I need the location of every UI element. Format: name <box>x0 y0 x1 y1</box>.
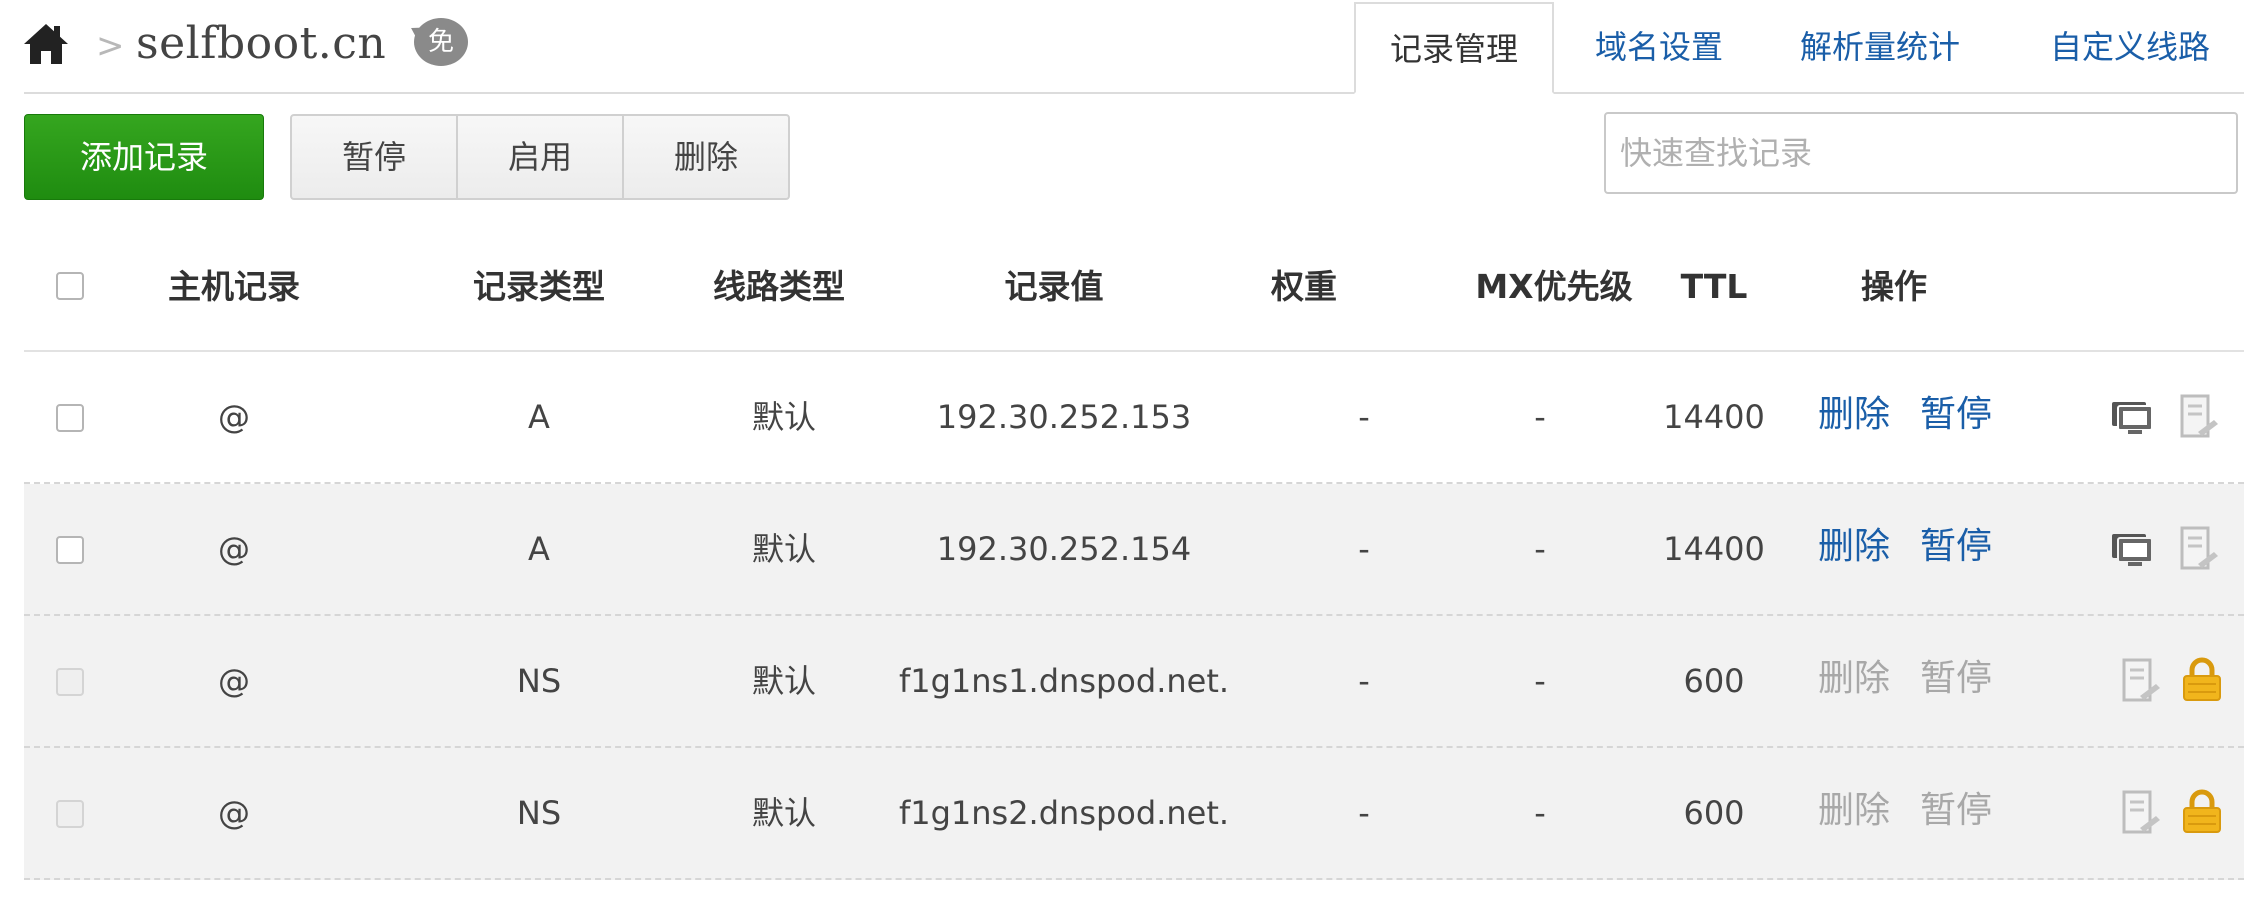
host-cell: @ <box>218 530 250 568</box>
note-icon[interactable] <box>2174 524 2222 572</box>
column-mx: MX优先级 <box>1475 267 1633 306</box>
row-delete-link[interactable]: 删除 <box>1818 484 1890 614</box>
mx-cell: - <box>1534 398 1546 436</box>
mx-cell: - <box>1534 794 1546 832</box>
header: > selfboot.cn 免 记录管理 域名设置 解析量统计 自定义线路 <box>0 0 2256 94</box>
mx-cell: - <box>1534 530 1546 568</box>
host-cell: @ <box>218 662 250 700</box>
add-record-button[interactable]: 添加记录 <box>24 114 264 200</box>
value-cell: 192.30.252.154 <box>936 530 1192 568</box>
type-cell: NS <box>516 662 562 700</box>
value-cell: f1g1ns2.dnspod.net. <box>898 794 1230 832</box>
column-ttl: TTL <box>1680 267 1748 306</box>
row-checkbox[interactable] <box>56 536 84 564</box>
delete-button[interactable]: 删除 <box>622 114 790 200</box>
table-row: @ A 默认 192.30.252.154 - - 14400 删除 暂停 <box>24 484 2244 616</box>
enable-button[interactable]: 启用 <box>456 114 624 200</box>
free-badge-label: 免 <box>414 18 468 66</box>
note-icon[interactable] <box>2116 788 2164 836</box>
tab-domain-settings[interactable]: 域名设置 <box>1564 2 1754 94</box>
batch-action-group: 暂停 启用 删除 <box>290 114 790 200</box>
mx-cell: - <box>1534 662 1546 700</box>
breadcrumb-separator: > <box>96 26 125 66</box>
domain-title: selfboot.cn <box>136 18 387 69</box>
column-host: 主机记录 <box>168 267 300 306</box>
header-divider <box>24 92 2244 94</box>
search-input[interactable] <box>1604 112 2238 194</box>
line-cell: 默认 <box>751 794 816 832</box>
row-delete-link[interactable]: 删除 <box>1818 352 1890 482</box>
column-weight: 权重 <box>1271 267 1337 306</box>
monitor-icon[interactable] <box>2110 392 2158 440</box>
row-pause-link: 暂停 <box>1920 790 1993 831</box>
value-cell: 192.30.252.153 <box>936 398 1192 436</box>
note-icon[interactable] <box>2116 656 2164 704</box>
row-pause-link[interactable]: 暂停 <box>1920 484 1992 614</box>
row-pause-link: 暂停 <box>1920 658 1993 699</box>
table-row: @ NS 默认 f1g1ns1.dnspod.net. - - 600 删除 暂… <box>24 616 2244 748</box>
weight-cell: - <box>1358 398 1370 436</box>
tab-custom-lines[interactable]: 自定义线路 <box>2020 2 2240 94</box>
line-cell: 默认 <box>751 398 816 436</box>
ttl-cell: 600 <box>1683 662 1745 700</box>
value-cell: f1g1ns1.dnspod.net. <box>898 662 1230 700</box>
weight-cell: - <box>1358 794 1370 832</box>
home-icon[interactable] <box>22 20 70 68</box>
note-icon[interactable] <box>2174 392 2222 440</box>
weight-cell: - <box>1358 662 1370 700</box>
ttl-cell: 14400 <box>1663 398 1765 436</box>
select-all-checkbox[interactable] <box>56 272 84 300</box>
type-cell: A <box>528 398 550 436</box>
ttl-cell: 600 <box>1683 794 1745 832</box>
row-delete-link: 删除 <box>1818 790 1891 831</box>
row-checkbox[interactable] <box>56 404 84 432</box>
host-cell: @ <box>218 398 250 436</box>
tab-record-management[interactable]: 记录管理 <box>1354 2 1554 94</box>
ttl-cell: 14400 <box>1663 530 1765 568</box>
pause-button[interactable]: 暂停 <box>290 114 458 200</box>
column-actions: 操作 <box>1861 267 1927 306</box>
free-badge: 免 <box>406 18 470 68</box>
lock-icon <box>2183 657 2221 701</box>
column-value: 记录值 <box>1004 267 1104 306</box>
lock-icon <box>2183 789 2221 833</box>
table-row: @ NS 默认 f1g1ns2.dnspod.net. - - 600 删除 暂… <box>24 748 2244 880</box>
type-cell: A <box>528 530 550 568</box>
table-row: @ A 默认 192.30.252.153 - - 14400 删除 暂停 <box>24 352 2244 484</box>
tab-resolution-stats[interactable]: 解析量统计 <box>1780 2 1980 94</box>
line-cell: 默认 <box>751 662 816 700</box>
line-cell: 默认 <box>751 530 816 568</box>
monitor-icon[interactable] <box>2110 524 2158 572</box>
host-cell: @ <box>218 794 250 832</box>
records-table: 主机记录 记录类型 线路类型 记录值 权重 MX优先级 TTL 操作 @ A 默… <box>24 222 2244 880</box>
row-pause-link[interactable]: 暂停 <box>1920 352 1992 482</box>
table-header: 主机记录 记录类型 线路类型 记录值 权重 MX优先级 TTL 操作 <box>24 222 2244 352</box>
type-cell: NS <box>516 794 562 832</box>
row-checkbox <box>56 668 84 696</box>
row-delete-link: 删除 <box>1818 658 1891 699</box>
column-type: 记录类型 <box>473 267 605 306</box>
row-checkbox <box>56 800 84 828</box>
column-line: 线路类型 <box>713 267 845 306</box>
weight-cell: - <box>1358 530 1370 568</box>
